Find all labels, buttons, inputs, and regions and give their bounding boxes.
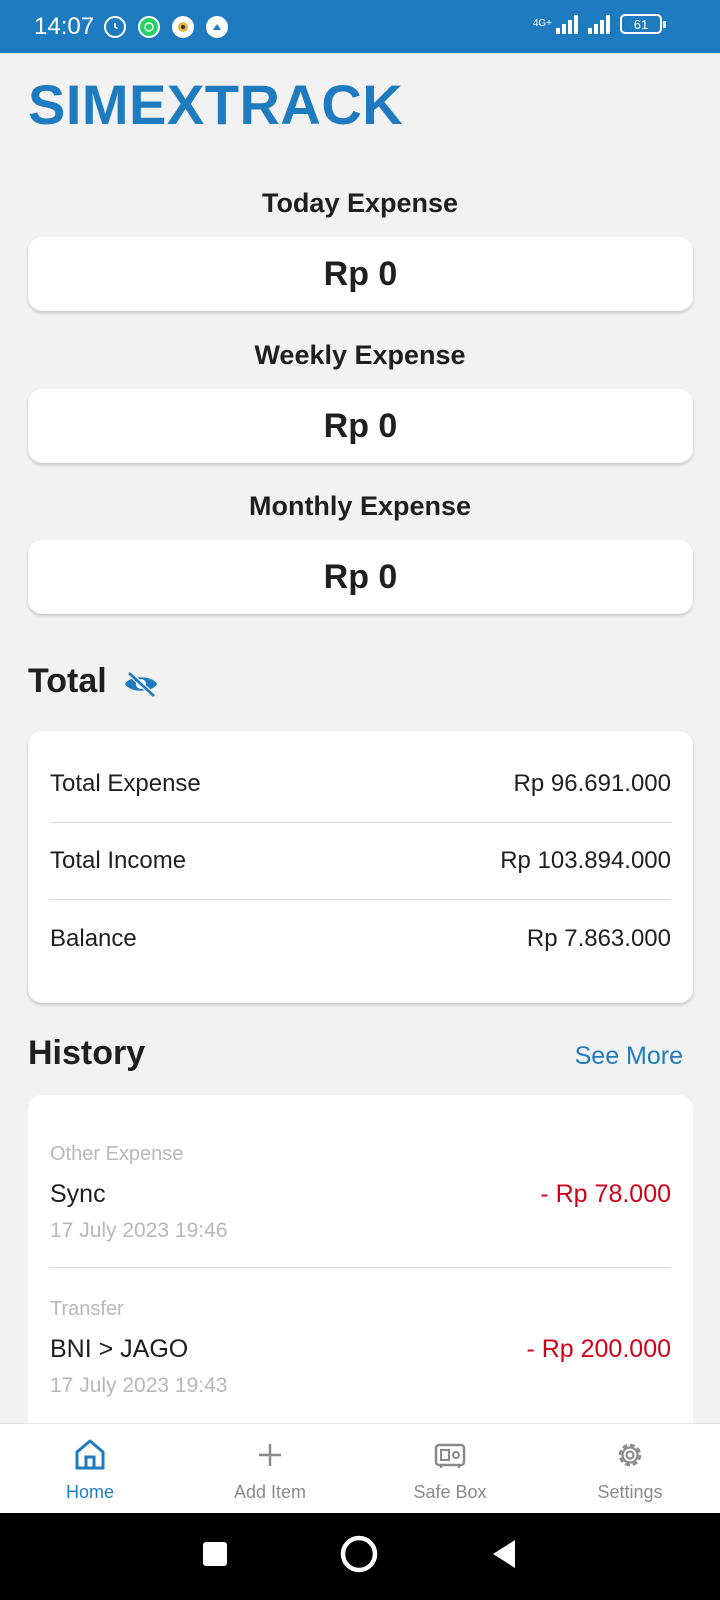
app-title: SIMEXTRACK [28,73,404,136]
status-bar: 14:07 4G+ 61 [0,0,720,53]
total-income-row: Total Income Rp 103.894.000 [50,823,671,900]
nav-add-item[interactable]: Add Item [180,1424,360,1513]
alarm-icon [104,15,127,38]
signal-icon [588,14,610,34]
network-type: 4G+ [532,18,552,29]
system-nav-bar [0,1513,720,1600]
message-notification-icon [206,15,229,38]
monthly-expense-label: Monthly Expense [248,491,472,521]
today-expense-value: Rp 0 [323,254,398,293]
eye-off-icon[interactable] [123,668,159,698]
history-amount: - Rp 200.000 [526,1335,671,1363]
gear-icon [611,1436,649,1474]
plus-icon [251,1436,289,1474]
home-circle-icon[interactable] [339,1534,379,1579]
list-item[interactable]: Transfer BNI > JAGO - Rp 200.000 17 July… [50,1268,671,1423]
total-income-label: Total Income [50,847,187,874]
history-name: Sync [50,1180,106,1208]
nav-settings[interactable]: Settings [540,1424,720,1513]
nav-settings-label: Settings [597,1482,663,1502]
total-expense-row: Total Expense Rp 96.691.000 [50,746,671,823]
history-date: 17 July 2023 19:43 [50,1374,228,1397]
today-expense-label: Today Expense [261,188,459,218]
history-category: Transfer [50,1298,124,1320]
monthly-expense-card: Rp 0 [28,540,693,614]
recents-icon[interactable] [201,1540,229,1573]
weekly-expense-value: Rp 0 [323,406,398,445]
total-income-value: Rp 103.894.000 [500,847,671,874]
nav-safe-box[interactable]: Safe Box [360,1424,540,1513]
balance-label: Balance [50,924,137,952]
history-category: Other Expense [50,1143,184,1165]
status-indicators: 4G+ 61 [532,14,666,34]
back-icon[interactable] [489,1538,519,1575]
totals-card: Total Expense Rp 96.691.000 Total Income… [28,731,693,1003]
total-heading: Total [28,662,107,700]
balance-value: Rp 7.863.000 [526,924,671,952]
nav-add-item-label: Add Item [233,1482,307,1502]
history-amount: - Rp 78.000 [540,1180,671,1208]
history-heading: History [28,1034,146,1072]
see-more-link[interactable]: See More [575,1042,683,1071]
whatsapp-icon [138,15,161,38]
battery-icon: 61 [620,14,666,34]
signal-icon [556,14,578,34]
nav-home[interactable]: Home [0,1424,180,1513]
balance-row: Balance Rp 7.863.000 [50,900,671,977]
today-expense-card: Rp 0 [28,237,693,311]
total-heading-row: Total [28,662,159,701]
weekly-expense-label: Weekly Expense [254,340,466,370]
status-time: 14:07 [34,12,95,40]
battery-level: 61 [633,16,649,32]
bottom-nav: Home Add Item Safe Box Settings [0,1423,720,1513]
list-item[interactable]: Other Expense Sync - Rp 78.000 17 July 2… [50,1143,671,1268]
history-card: Other Expense Sync - Rp 78.000 17 July 2… [28,1095,693,1435]
monthly-expense-value: Rp 0 [323,557,398,596]
home-icon [71,1436,109,1474]
nav-safe-box-label: Safe Box [413,1482,487,1502]
total-expense-label: Total Expense [50,770,201,797]
app-notification-icon [172,15,195,38]
history-name: BNI > JAGO [50,1335,189,1363]
history-date: 17 July 2023 19:46 [50,1219,228,1242]
total-expense-value: Rp 96.691.000 [513,770,671,797]
weekly-expense-card: Rp 0 [28,389,693,463]
nav-home-label: Home [65,1482,114,1502]
safe-box-icon [431,1436,469,1474]
